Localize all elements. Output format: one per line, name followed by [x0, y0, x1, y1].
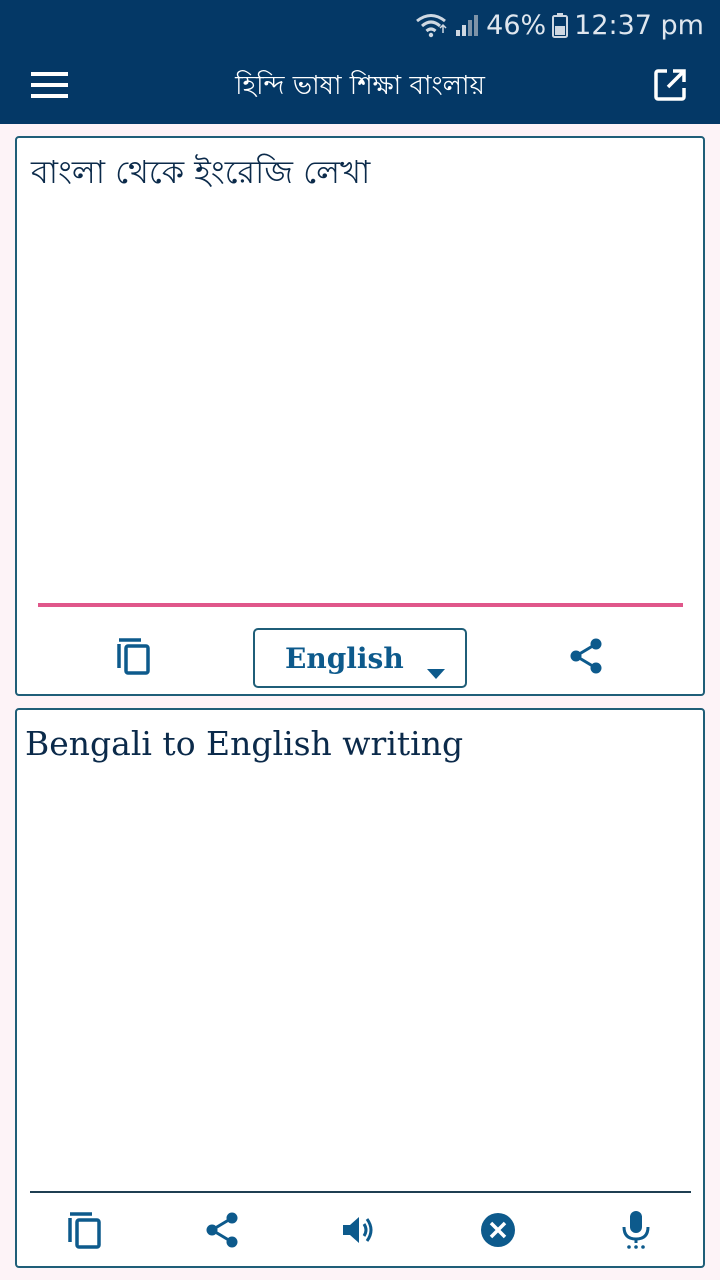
open-external-button[interactable] [642, 60, 698, 114]
chevron-down-icon [427, 653, 445, 686]
input-underline [38, 603, 683, 607]
output-text: Bengali to English writing [25, 724, 464, 763]
battery-percent: 46% [486, 9, 547, 41]
clear-icon [480, 1212, 516, 1252]
status-indicators: 46% 12:37 pm [414, 0, 704, 50]
battery-icon [552, 12, 569, 38]
output-share-button[interactable] [194, 1204, 250, 1260]
copy-icon [116, 637, 152, 679]
speak-button[interactable] [331, 1204, 387, 1260]
language-dropdown[interactable]: English [253, 628, 467, 688]
output-copy-button[interactable] [57, 1204, 113, 1260]
clock: 12:37 pm [574, 9, 704, 41]
menu-icon [31, 71, 69, 103]
input-share-button[interactable] [558, 630, 614, 686]
share-icon [205, 1212, 239, 1252]
input-text-field[interactable]: বাংলা থেকে ইংরেজি লেখা [31, 150, 689, 194]
mic-button[interactable] [608, 1204, 664, 1260]
app-bar: হিন্দি ভাষা শিক্ষা বাংলায় [0, 50, 720, 124]
speaker-icon [341, 1214, 377, 1250]
status-bar: 46% 12:37 pm [0, 0, 720, 50]
app-title: হিন্দি ভাষা শিক্ষা বাংলায় [235, 71, 485, 101]
output-divider [30, 1191, 691, 1193]
copy-icon [67, 1211, 103, 1253]
output-card: Bengali to English writing [15, 708, 705, 1268]
signal-icon [454, 13, 480, 37]
input-toolbar: English [17, 616, 703, 696]
output-toolbar [17, 1198, 703, 1268]
menu-button[interactable] [20, 60, 80, 114]
clear-button[interactable] [470, 1204, 526, 1260]
language-selected: English [285, 641, 404, 675]
share-icon [569, 638, 603, 678]
wifi-icon [414, 12, 448, 38]
input-card: বাংলা থেকে ইংরেজি লেখা English [15, 136, 705, 696]
open-external-icon [653, 68, 687, 106]
input-copy-button[interactable] [106, 630, 162, 686]
mic-icon [621, 1210, 651, 1254]
